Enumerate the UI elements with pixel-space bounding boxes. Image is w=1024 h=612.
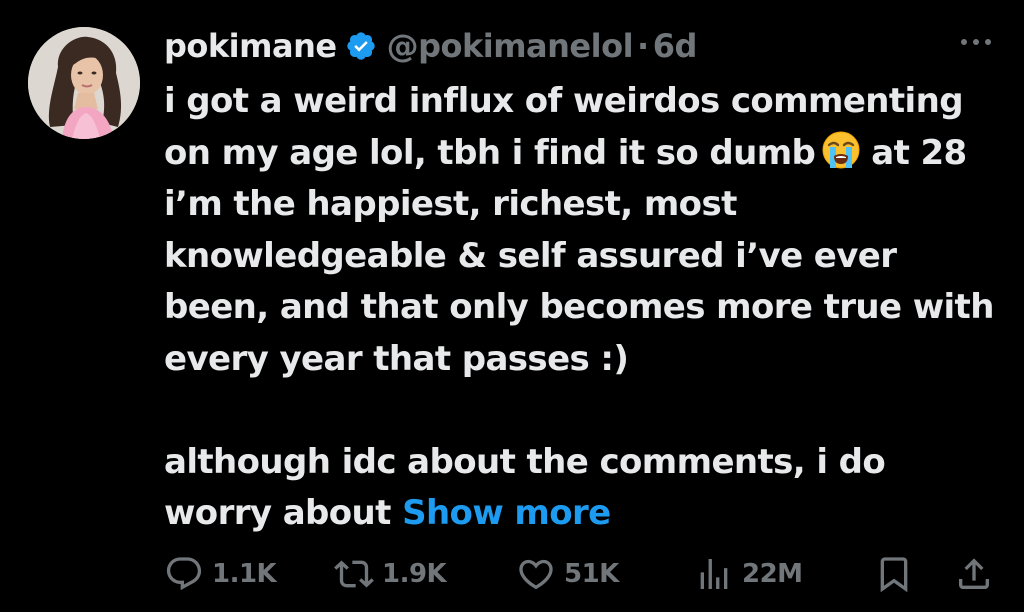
- repost-count: 1.9K: [382, 559, 447, 589]
- display-name[interactable]: pokimane: [164, 27, 337, 65]
- show-more-link[interactable]: Show more: [402, 493, 611, 533]
- loudly-crying-face-icon: [821, 130, 861, 170]
- user-handle[interactable]: @pokimanelol: [387, 27, 634, 65]
- tweet-text-line: every year that passes :): [164, 338, 629, 379]
- tweet-text-line: worry about Show more: [164, 488, 1004, 540]
- timestamp[interactable]: 6d: [653, 27, 698, 65]
- tweet-text-fragment: worry about: [164, 493, 391, 533]
- tweet-text-line: knowledgeable & self assured i’ve ever: [164, 235, 897, 276]
- like-button[interactable]: 51K: [516, 554, 619, 594]
- like-count: 51K: [564, 559, 619, 589]
- tweet-text-line: i’m the happiest, richest, most: [164, 184, 737, 224]
- views-chart-icon: [700, 559, 728, 589]
- verified-badge-icon[interactable]: [345, 30, 377, 62]
- tweet-text-line: although idc about the comments, i do: [164, 441, 886, 482]
- views-count: 22M: [742, 559, 803, 589]
- reply-button[interactable]: 1.1K: [164, 554, 277, 594]
- share-icon: [959, 558, 989, 589]
- reply-icon: [166, 557, 202, 591]
- tweet[interactable]: pokimane @pokimanelol · 6d i got a weird…: [0, 0, 1024, 612]
- repost-icon: [334, 560, 374, 588]
- more-options-icon[interactable]: [956, 28, 996, 56]
- heart-icon: [519, 559, 553, 590]
- bookmark-icon: [880, 557, 908, 593]
- bookmark-button[interactable]: [874, 554, 914, 594]
- tweet-actions: 1.1K 1.9K 51K 22M: [164, 548, 996, 596]
- tweet-text-fragment: on my age lol, tbh i find it so dumb: [164, 132, 816, 173]
- share-button[interactable]: [954, 554, 994, 594]
- tweet-text-line: been, and that only becomes more true wi…: [164, 287, 994, 327]
- views-button[interactable]: 22M: [694, 554, 803, 594]
- tweet-text-line: i got a weird influx of weirdos commenti…: [164, 81, 964, 121]
- avatar-photo-icon: [28, 27, 140, 139]
- tweet-text: i got a weird influx of weirdos commenti…: [164, 76, 1004, 540]
- tweet-text-line: on my age lol, tbh i find it so dumb at …: [164, 128, 1004, 180]
- reply-count: 1.1K: [212, 559, 277, 589]
- avatar[interactable]: [28, 27, 140, 139]
- tweet-text-fragment: at 28: [871, 132, 967, 173]
- tweet-header: pokimane @pokimanelol · 6d: [164, 24, 697, 68]
- separator-dot: ·: [637, 27, 649, 65]
- repost-button[interactable]: 1.9K: [334, 554, 447, 594]
